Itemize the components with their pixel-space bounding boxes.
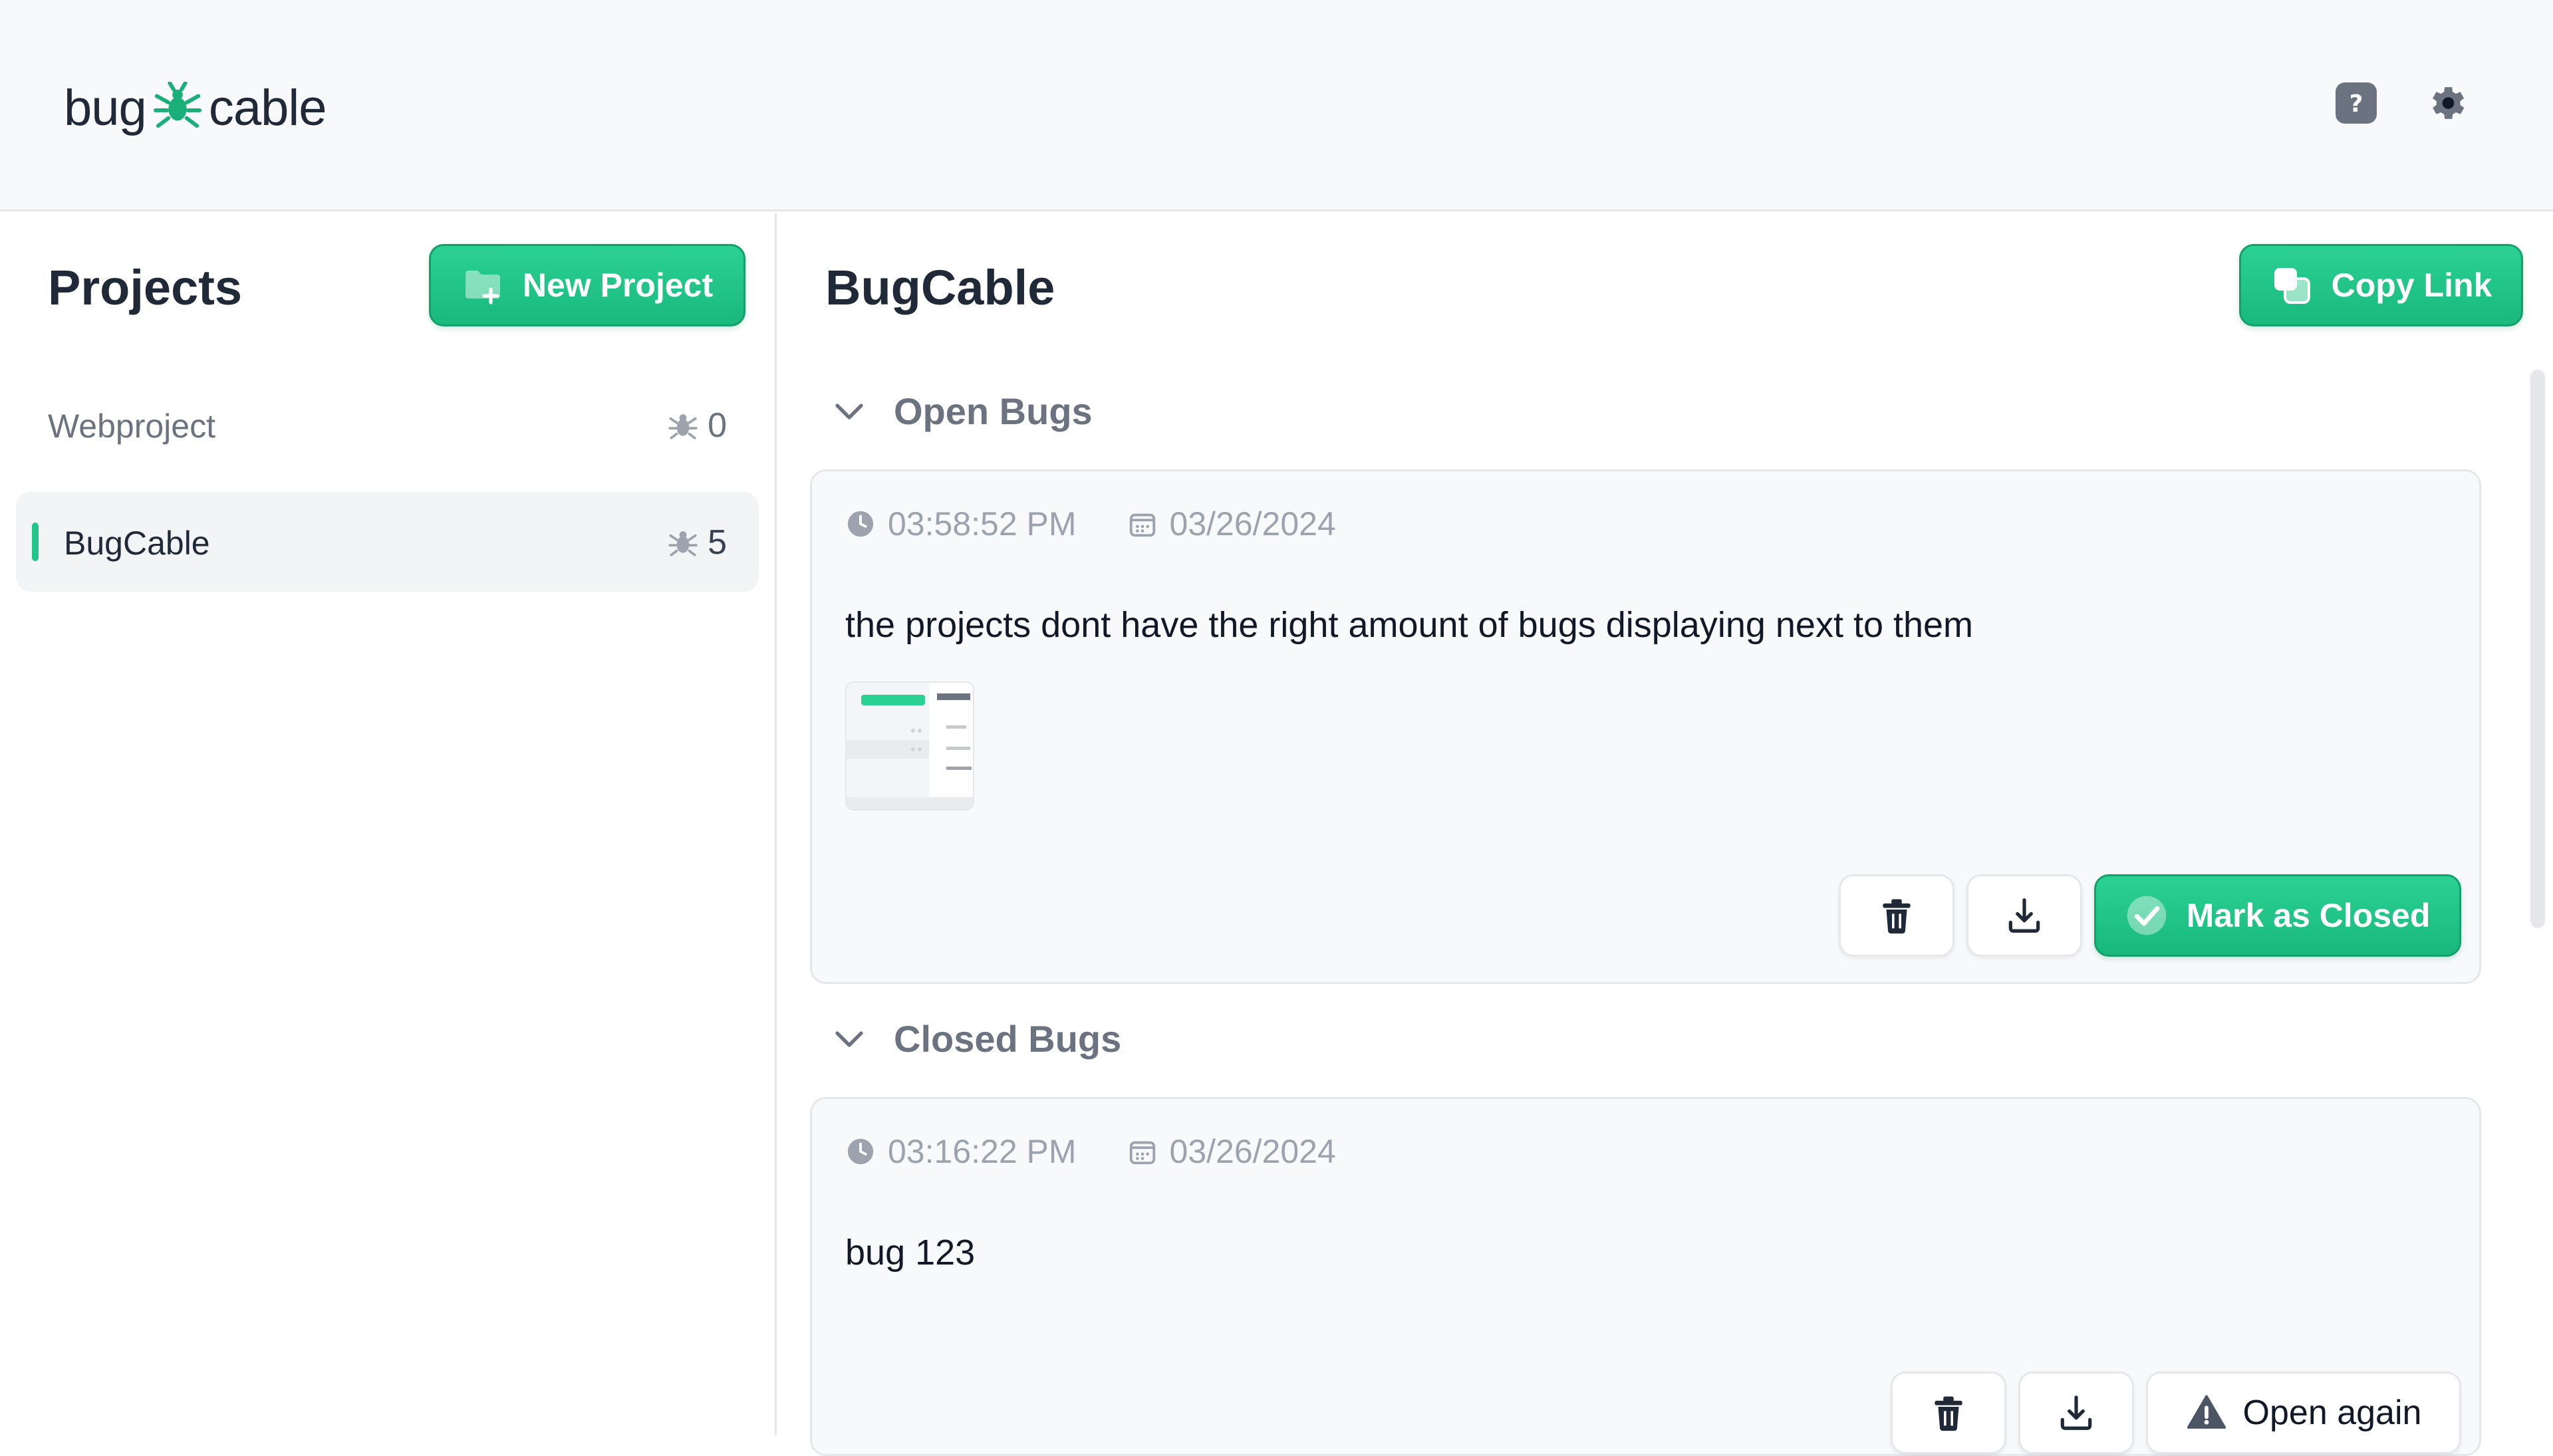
bug-card: 03:16:22 PM 03/26/2024 bug 123 Open agai…	[810, 1097, 2481, 1456]
folder-plus-icon	[465, 271, 500, 304]
new-project-label: New Project	[522, 267, 714, 304]
open-again-button[interactable]: Open again	[2146, 1372, 2461, 1454]
warning-icon	[2187, 1395, 2226, 1429]
bug-count-value: 0	[708, 406, 727, 445]
project-bug-count: 5	[666, 523, 727, 562]
copy-icon	[2274, 268, 2310, 304]
chevron-down-icon	[835, 1031, 863, 1047]
bug-logo-icon	[153, 82, 202, 128]
bug-icon	[668, 531, 698, 556]
bug-date: 03/26/2024	[1169, 1133, 1336, 1170]
active-indicator	[32, 523, 39, 561]
scrollbar[interactable]	[2530, 370, 2545, 928]
bug-description: the projects dont have the right amount …	[845, 605, 1974, 645]
bug-date: 03/26/2024	[1169, 505, 1336, 543]
svg-text:?: ?	[2350, 90, 2363, 118]
bug-time: 03:16:22 PM	[888, 1133, 1077, 1170]
logo-text-right: cable	[208, 79, 327, 136]
new-project-button[interactable]: New Project	[429, 244, 745, 326]
bug-screenshot-thumbnail[interactable]	[845, 681, 974, 810]
screenshot-preview-image	[847, 683, 973, 809]
sidebar-title: Projects	[48, 260, 243, 315]
app-logo[interactable]: bug cable	[64, 74, 327, 141]
open-bugs-toggle[interactable]: Open Bugs	[831, 390, 1093, 433]
mark-as-closed-button[interactable]: Mark as Closed	[2094, 874, 2461, 957]
bug-time: 03:58:52 PM	[888, 505, 1077, 543]
closed-bugs-label: Closed Bugs	[894, 1018, 1122, 1060]
gear-icon[interactable]	[2425, 81, 2469, 125]
trash-icon	[1883, 899, 1911, 934]
clock-icon	[847, 1138, 874, 1165]
bug-meta: 03:16:22 PM 03/26/2024	[845, 1132, 1336, 1171]
download-icon	[2060, 1395, 2092, 1430]
calendar-icon	[1129, 513, 1155, 537]
sidebar-item-webproject[interactable]: Webproject 0	[16, 375, 759, 475]
project-name: Webproject	[48, 408, 215, 445]
copy-link-button[interactable]: Copy Link	[2239, 244, 2523, 326]
mark-as-closed-label: Mark as Closed	[2186, 897, 2431, 934]
bug-icon	[668, 414, 698, 439]
open-bugs-label: Open Bugs	[894, 390, 1093, 432]
page-title: BugCable	[825, 260, 1055, 315]
download-icon	[2008, 898, 2040, 933]
bug-meta: 03:58:52 PM 03/26/2024	[845, 505, 1336, 543]
logo-text-left: bug	[64, 79, 147, 136]
project-name: BugCable	[64, 525, 210, 562]
delete-bug-button[interactable]	[1891, 1372, 2006, 1454]
open-again-label: Open again	[2242, 1394, 2422, 1432]
closed-bugs-toggle[interactable]: Closed Bugs	[831, 1017, 1121, 1060]
project-bug-count: 0	[666, 406, 727, 445]
calendar-icon	[1129, 1141, 1155, 1165]
bug-description: bug 123	[845, 1233, 976, 1273]
bug-count-value: 5	[708, 523, 727, 562]
delete-bug-button[interactable]	[1839, 874, 1954, 957]
sidebar-item-bugcable[interactable]: BugCable 5	[16, 492, 759, 592]
download-bug-button[interactable]	[1966, 874, 2082, 957]
check-circle-icon	[2127, 896, 2166, 935]
chevron-down-icon	[835, 403, 863, 420]
question-icon[interactable]: ?	[2334, 81, 2378, 125]
clock-icon	[847, 511, 874, 537]
download-bug-button[interactable]	[2018, 1372, 2134, 1454]
copy-link-label: Copy Link	[2331, 267, 2492, 304]
bug-card: 03:58:52 PM 03/26/2024 the projects dont…	[810, 469, 2481, 984]
trash-icon	[1935, 1396, 1962, 1431]
top-header: bug cable ?	[0, 0, 2553, 211]
